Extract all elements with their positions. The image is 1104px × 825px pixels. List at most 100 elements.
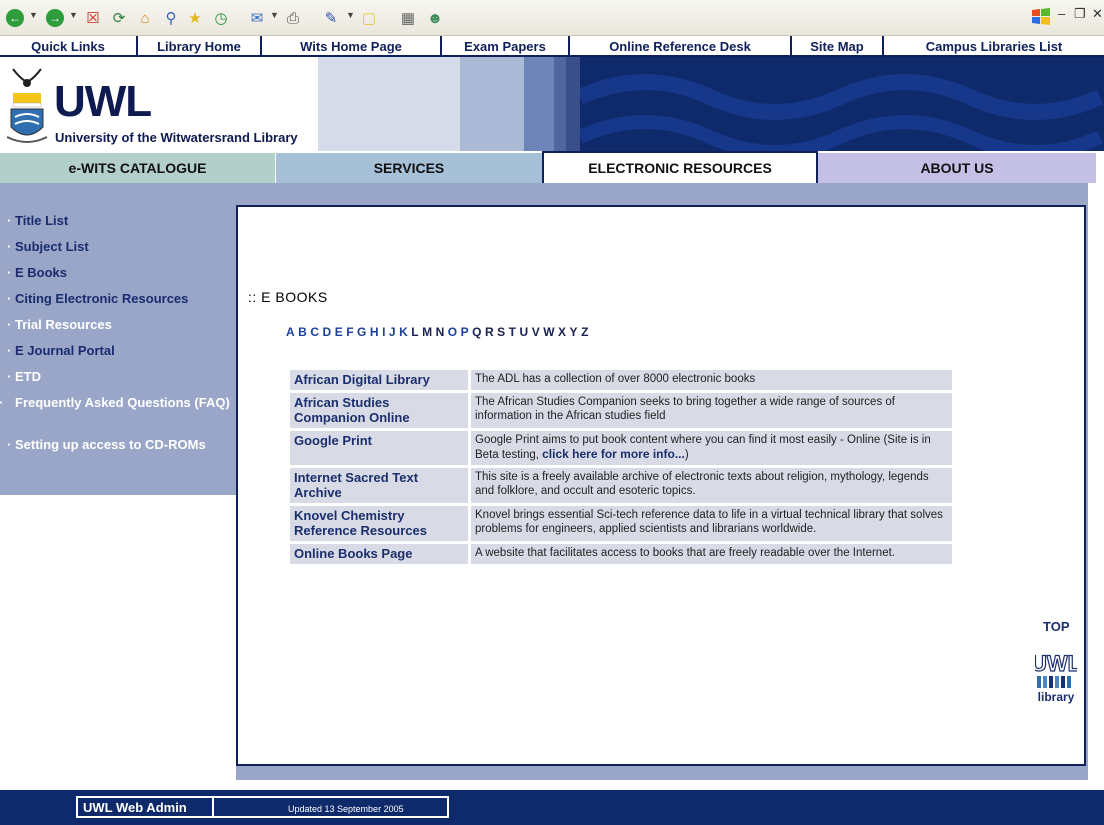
table-row: Internet Sacred Text Archive This site i… [290,468,952,503]
resource-link[interactable]: African Digital Library [290,370,468,390]
alphabet-letter-h[interactable]: H [370,325,379,339]
alphabet-letter-b[interactable]: B [298,325,307,339]
stop-icon[interactable]: ☒ [82,7,104,29]
updated-date: Updated 13 September 2005 [212,796,449,818]
toplink-campus-libraries[interactable]: Campus Libraries List [884,36,1104,57]
uwl-logo[interactable]: UWL University of the Witwatersrand Libr… [0,57,318,151]
resource-description: Knovel brings essential Sci-tech referen… [468,506,952,541]
resource-link[interactable]: Knovel Chemistry Reference Resources [290,506,468,541]
sidebar-item-title-list[interactable]: · Title List [7,213,235,229]
alphabet-letter-a[interactable]: A [286,325,295,339]
toplink-quick-links[interactable]: Quick Links [0,36,138,57]
toplink-library-home[interactable]: Library Home [138,36,262,57]
sidebar-item-subject-list[interactable]: · Subject List [7,239,235,255]
sidebar-item-cd-roms[interactable]: · Setting up access to CD-ROMs [7,437,235,453]
windows-logo-icon [1032,8,1050,25]
banner-block [566,57,580,151]
edit-icon[interactable]: ✎ [320,7,342,29]
resource-description: This site is a freely available archive … [468,468,952,503]
uwl-library-logo[interactable]: UWL library [1035,649,1077,709]
alphabet-letter-f[interactable]: F [346,325,354,339]
alphabet-letter-r[interactable]: R [485,325,494,339]
messenger-icon[interactable]: ☻ [424,7,446,29]
resource-link[interactable]: Google Print [290,431,468,465]
toplink-online-reference[interactable]: Online Reference Desk [570,36,792,57]
toplink-wits-home[interactable]: Wits Home Page [262,36,442,57]
scrollbar[interactable] [1088,183,1104,780]
alphabet-letter-c[interactable]: C [310,325,319,339]
alphabet-letter-m[interactable]: M [422,325,433,339]
alphabet-letter-k[interactable]: K [399,325,408,339]
edit-dropdown-icon[interactable]: ▼ [346,10,355,20]
resource-description: The ADL has a collection of over 8000 el… [468,370,952,390]
forward-icon[interactable]: → [44,7,66,29]
history-icon[interactable]: ◷ [210,7,232,29]
table-row: Online Books Page A website that facilit… [290,544,952,564]
alphabet-letter-w[interactable]: W [543,325,555,339]
minimize-icon[interactable]: – [1058,6,1065,21]
alphabet-letter-g[interactable]: G [357,325,367,339]
footer: UWL Web Admin Updated 13 September 2005 [0,790,1104,825]
toplink-site-map[interactable]: Site Map [792,36,884,57]
toplink-exam-papers[interactable]: Exam Papers [442,36,570,57]
alphabet-letter-p[interactable]: P [461,325,470,339]
more-info-link[interactable]: click here for more info... [542,447,685,461]
sidebar: · Title List · Subject List · E Books · Citi… [0,183,236,495]
banner-block [318,57,460,151]
mail-icon[interactable]: ✉ [246,7,268,29]
alphabet-letter-z[interactable]: Z [581,325,589,339]
sidebar-item-e-journal-portal[interactable]: · E Journal Portal [7,343,235,359]
sidebar-item-faq[interactable]: ·Frequently Asked Questions (FAQ) [0,395,231,411]
mini-logo-top: UWL [1035,651,1077,676]
sidebar-item-citing[interactable]: · Citing Electronic Resources [7,291,235,307]
alphabet-letter-q[interactable]: Q [472,325,482,339]
resource-link[interactable]: Internet Sacred Text Archive [290,468,468,503]
tab-ewits-catalogue[interactable]: e-WITS CATALOGUE [0,153,275,183]
table-row: Google Print Google Print aims to put bo… [290,431,952,465]
restore-icon[interactable]: ❐ [1074,6,1086,22]
alphabet-index: ABCDEFGHIJKLMNOPQRSTUVWXYZ [286,325,592,339]
banner-block [554,57,566,151]
sidebar-item-e-books[interactable]: · E Books [7,265,235,281]
alphabet-letter-y[interactable]: Y [570,325,579,339]
alphabet-letter-d[interactable]: D [323,325,332,339]
alphabet-letter-s[interactable]: S [497,325,506,339]
alphabet-letter-x[interactable]: X [558,325,567,339]
alphabet-letter-e[interactable]: E [335,325,344,339]
search-icon[interactable]: ⚲ [160,7,182,29]
close-icon[interactable]: ✕ [1092,6,1103,22]
favorites-icon[interactable]: ★ [184,7,206,29]
back-icon[interactable]: ← [4,7,26,29]
content-panel: :: E BOOKS ABCDEFGHIJKLMNOPQRSTUVWXYZ Af… [236,205,1086,766]
tab-services[interactable]: SERVICES [276,153,542,183]
alphabet-letter-u[interactable]: U [520,325,529,339]
resource-link[interactable]: African Studies Companion Online [290,393,468,428]
sidebar-item-trial-resources[interactable]: · Trial Resources [7,317,235,333]
alphabet-letter-j[interactable]: J [389,325,396,339]
alphabet-letter-l[interactable]: L [411,325,419,339]
alphabet-letter-n[interactable]: N [436,325,445,339]
alphabet-letter-v[interactable]: V [532,325,541,339]
home-icon[interactable]: ⌂ [134,7,156,29]
refresh-icon[interactable]: ⟳ [108,7,130,29]
web-admin-link[interactable]: UWL Web Admin [76,796,212,818]
table-row: African Digital Library The ADL has a co… [290,370,952,390]
forward-dropdown-icon[interactable]: ▼ [69,10,78,20]
ebooks-table: African Digital Library The ADL has a co… [290,367,952,567]
sidebar-bottom-space [0,495,236,780]
alphabet-letter-i[interactable]: I [382,325,386,339]
tab-electronic-resources[interactable]: ELECTRONIC RESOURCES [542,151,818,183]
discuss-icon[interactable]: ▢ [358,7,380,29]
alphabet-letter-t[interactable]: T [509,325,517,339]
tab-about-us[interactable]: ABOUT US [818,153,1096,183]
print-icon[interactable]: ⎙ [282,7,304,29]
top-link[interactable]: TOP [1043,619,1070,634]
back-dropdown-icon[interactable]: ▼ [29,10,38,20]
resource-link[interactable]: Online Books Page [290,544,468,564]
research-icon[interactable]: ▦ [397,7,419,29]
wits-crest-icon [6,68,48,143]
sidebar-item-etd[interactable]: · ETD [7,369,235,385]
browser-toolbar: ← ▼ → ▼ ☒ ⟳ ⌂ ⚲ ★ ◷ ✉ ▼ ⎙ ✎ ▼ ▢ ▦ ☻ – ❐ … [0,0,1104,36]
mail-dropdown-icon[interactable]: ▼ [270,10,279,20]
alphabet-letter-o[interactable]: O [448,325,458,339]
